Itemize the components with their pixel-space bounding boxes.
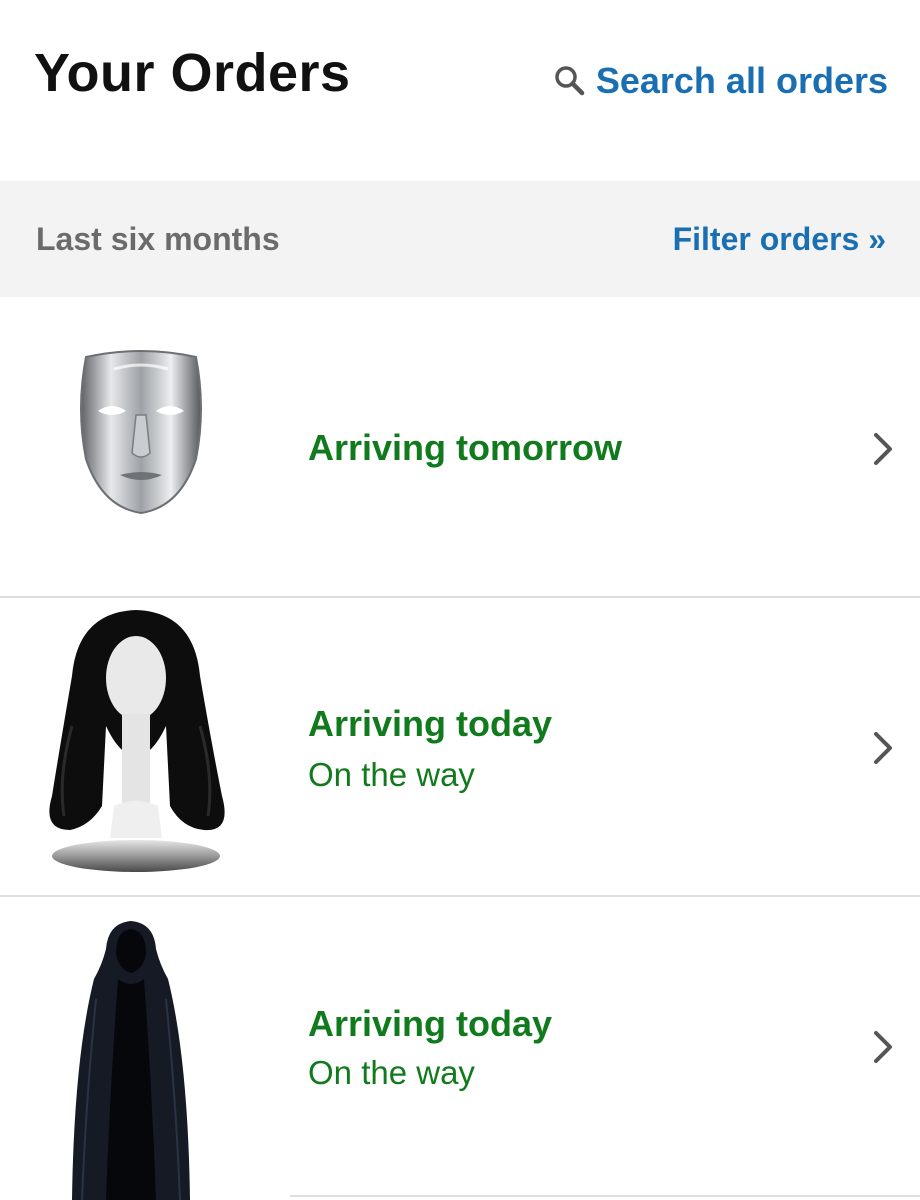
time-range-label: Last six months bbox=[36, 221, 280, 257]
black-wig-image bbox=[49, 610, 225, 872]
search-all-orders-link[interactable]: Search all orders bbox=[552, 60, 888, 102]
order-status: Arriving today bbox=[308, 1003, 553, 1044]
search-icon bbox=[555, 66, 585, 96]
order-substatus: On the way bbox=[308, 756, 475, 793]
silver-mask-image bbox=[80, 350, 202, 515]
row-divider bbox=[290, 1195, 920, 1197]
order-row[interactable]: Arriving today On the way bbox=[0, 598, 920, 897]
search-all-orders-label: Search all orders bbox=[595, 60, 888, 101]
filter-orders-link[interactable]: Filter orders » bbox=[673, 221, 886, 258]
chevron-right-icon[interactable] bbox=[868, 1027, 898, 1067]
orders-header: Your Orders Search all orders bbox=[0, 0, 920, 180]
order-row[interactable]: Arriving tomorrow bbox=[0, 297, 920, 598]
black-cloak-image bbox=[72, 921, 190, 1200]
filter-bar: Last six months Filter orders » bbox=[0, 181, 920, 297]
order-status: Arriving today bbox=[308, 703, 553, 744]
order-substatus: On the way bbox=[308, 1054, 475, 1091]
order-status: Arriving tomorrow bbox=[308, 427, 623, 468]
chevron-right-icon[interactable] bbox=[868, 429, 898, 469]
page-title: Your Orders bbox=[34, 43, 351, 103]
order-row[interactable]: Arriving today On the way bbox=[0, 897, 920, 1200]
chevron-right-icon[interactable] bbox=[868, 728, 898, 768]
